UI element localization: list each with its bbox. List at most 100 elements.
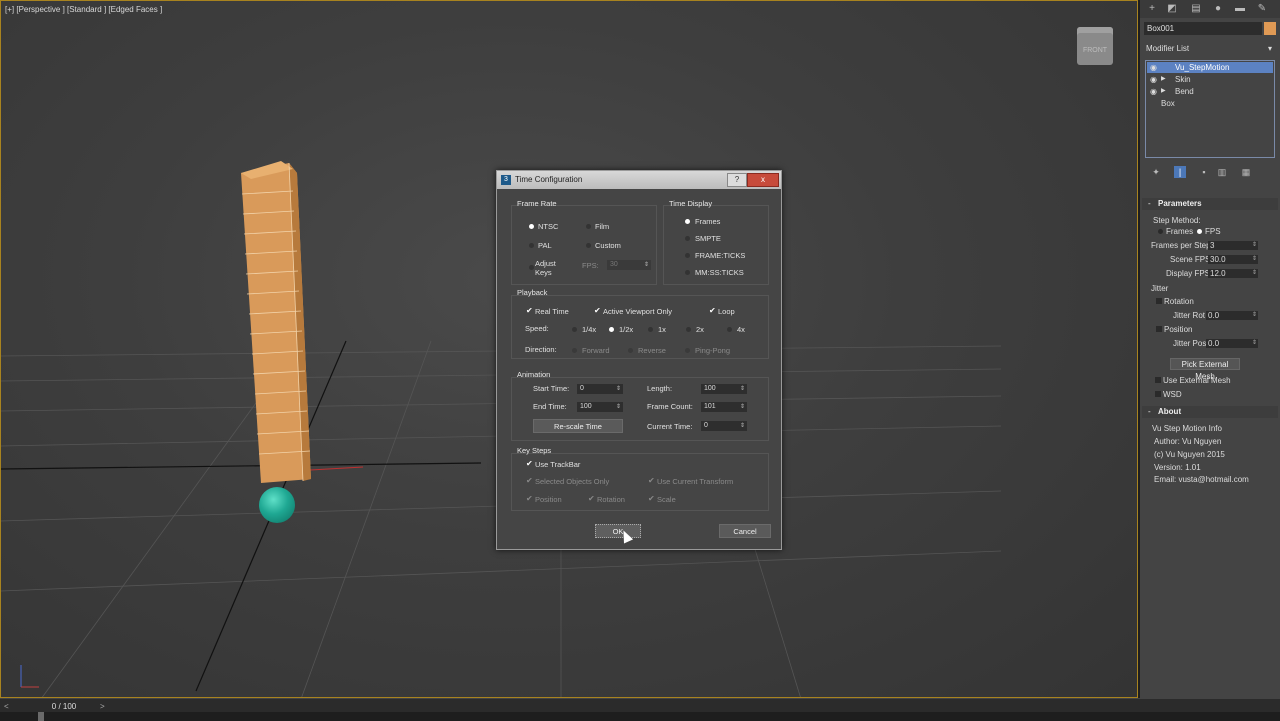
spinner-icon[interactable]: ⇕ <box>740 402 745 412</box>
spinner-icon[interactable]: ⇕ <box>1252 339 1257 348</box>
pin-stack-icon[interactable]: ✦ <box>1150 166 1162 178</box>
hierarchy-tab-icon[interactable]: ▤ <box>1190 3 1202 15</box>
modifier-list-dropdown[interactable]: Modifier List ▾ <box>1144 42 1276 56</box>
previous-frame-button[interactable]: < <box>4 702 9 711</box>
adjust-keys-checkbox[interactable] <box>529 265 534 270</box>
speed-2x-radio[interactable] <box>686 327 691 332</box>
about-rollout-header[interactable]: - About <box>1142 406 1278 418</box>
ntsc-radio[interactable] <box>529 224 534 229</box>
stack-item-bend[interactable]: ◉ ▶ Bend <box>1147 86 1273 97</box>
jitter-pos-input[interactable]: 0.0 ⇕ <box>1206 339 1258 348</box>
scene-fps-input[interactable]: 30.0 ⇕ <box>1208 255 1258 264</box>
display-tab-icon[interactable]: ▬ <box>1234 3 1246 15</box>
step-frames-radio[interactable] <box>1158 229 1163 234</box>
axis-tripod-icon <box>20 665 39 688</box>
rotation-key-checkbox[interactable]: ✔ <box>588 494 595 503</box>
spinner-icon[interactable]: ⇕ <box>616 384 621 394</box>
pal-radio[interactable] <box>529 243 534 248</box>
frame-count-input[interactable]: 101 ⇕ <box>701 402 747 412</box>
forward-radio[interactable] <box>572 348 577 353</box>
remove-modifier-icon[interactable]: ▥ <box>1216 166 1228 178</box>
configure-sets-icon[interactable]: ▦ <box>1240 166 1252 178</box>
speed-half-radio[interactable] <box>609 327 614 332</box>
current-time-input[interactable]: 0 ⇕ <box>701 421 747 431</box>
object-color-swatch[interactable] <box>1264 22 1276 35</box>
playback-title: Playback <box>517 288 548 297</box>
make-unique-icon[interactable]: ▪ <box>1198 166 1210 178</box>
pick-external-mesh-button[interactable]: Pick External Mesh <box>1170 358 1240 381</box>
sphere-object[interactable] <box>259 487 295 523</box>
object-name-field[interactable]: Box001 <box>1144 22 1262 35</box>
eye-icon[interactable]: ◉ <box>1150 86 1157 97</box>
expand-triangle-icon[interactable]: ▶ <box>1161 74 1166 85</box>
spinner-icon[interactable]: ⇕ <box>644 260 649 270</box>
use-current-transform-checkbox[interactable]: ✔ <box>648 476 655 485</box>
parameters-rollout-header[interactable]: - Parameters <box>1142 198 1278 210</box>
next-frame-button[interactable]: > <box>100 702 105 711</box>
use-trackbar-checkbox[interactable]: ✔ <box>526 459 533 468</box>
wsd-checkbox[interactable] <box>1155 391 1161 397</box>
frame-ticks-label: FRAME:TICKS <box>695 251 746 260</box>
spinner-icon[interactable]: ⇕ <box>1252 269 1257 278</box>
close-button[interactable]: x <box>747 173 779 187</box>
custom-radio[interactable] <box>586 243 591 248</box>
eye-icon[interactable]: ◉ <box>1150 74 1157 85</box>
stack-item-box[interactable]: Box <box>1147 98 1273 109</box>
speed-2x-label: 2x <box>696 325 704 334</box>
eye-icon[interactable]: ◉ <box>1150 62 1157 73</box>
view-cube[interactable]: FRONT <box>1077 27 1113 65</box>
frames-per-step-label: Frames per Step <box>1151 241 1211 250</box>
frames-radio[interactable] <box>685 219 690 224</box>
speed-1x-radio[interactable] <box>648 327 653 332</box>
stack-item-vu-stepmotion[interactable]: ◉ Vu_StepMotion <box>1147 62 1273 73</box>
frames-per-step-input[interactable]: 3 ⇕ <box>1208 241 1258 250</box>
step-fps-radio[interactable] <box>1197 229 1202 234</box>
film-radio[interactable] <box>586 224 591 229</box>
rescale-time-button[interactable]: Re-scale Time <box>533 419 623 433</box>
expand-triangle-icon[interactable]: ▶ <box>1161 86 1166 97</box>
current-time-value: 0 <box>704 422 708 429</box>
stack-item-skin[interactable]: ◉ ▶ Skin <box>1147 74 1273 85</box>
about-line: Vu Step Motion Info <box>1152 424 1222 433</box>
end-time-input[interactable]: 100 ⇕ <box>577 402 623 412</box>
reverse-radio[interactable] <box>628 348 633 353</box>
smpte-radio[interactable] <box>685 236 690 241</box>
adjust-keys-label-1: Adjust <box>535 259 556 268</box>
modify-tab-icon[interactable]: ◩ <box>1166 3 1178 15</box>
utilities-tab-icon[interactable]: ✎ <box>1256 3 1268 15</box>
time-slider-frame[interactable]: 0 / 100 <box>32 702 96 711</box>
spinner-icon[interactable]: ⇕ <box>740 421 745 431</box>
ok-button[interactable]: OK <box>595 524 641 538</box>
spinner-icon[interactable]: ⇕ <box>1252 241 1257 250</box>
speed-4x-radio[interactable] <box>727 327 732 332</box>
use-external-mesh-checkbox[interactable] <box>1155 377 1161 383</box>
ping-pong-radio[interactable] <box>685 348 690 353</box>
dialog-titlebar[interactable]: 3 Time Configuration ? x <box>497 171 781 189</box>
position-checkbox[interactable] <box>1156 326 1162 332</box>
loop-checkbox[interactable]: ✔ <box>709 306 716 315</box>
spinner-icon[interactable]: ⇕ <box>740 384 745 394</box>
active-viewport-checkbox[interactable]: ✔ <box>594 306 601 315</box>
frame-ticks-radio[interactable] <box>685 253 690 258</box>
jitter-rot-input[interactable]: 0.0 ⇕ <box>1206 311 1258 320</box>
box-tower[interactable] <box>241 161 321 491</box>
speed-quarter-radio[interactable] <box>572 327 577 332</box>
spinner-icon[interactable]: ⇕ <box>1252 255 1257 264</box>
motion-tab-icon[interactable]: ● <box>1212 3 1224 15</box>
scale-key-checkbox[interactable]: ✔ <box>648 494 655 503</box>
length-input[interactable]: 100 ⇕ <box>701 384 747 394</box>
rotation-checkbox[interactable] <box>1156 298 1162 304</box>
spinner-icon[interactable]: ⇕ <box>616 402 621 412</box>
selected-only-checkbox[interactable]: ✔ <box>526 476 533 485</box>
fps-input[interactable]: 30 ⇕ <box>607 260 651 270</box>
show-end-result-icon[interactable]: | <box>1174 166 1186 178</box>
mm-ss-ticks-radio[interactable] <box>685 270 690 275</box>
create-tab-icon[interactable]: + <box>1146 3 1158 15</box>
cancel-button[interactable]: Cancel <box>719 524 771 538</box>
spinner-icon[interactable]: ⇕ <box>1252 311 1257 320</box>
start-time-input[interactable]: 0 ⇕ <box>577 384 623 394</box>
position-key-checkbox[interactable]: ✔ <box>526 494 533 503</box>
display-fps-input[interactable]: 12.0 ⇕ <box>1208 269 1258 278</box>
real-time-checkbox[interactable]: ✔ <box>526 306 533 315</box>
help-button[interactable]: ? <box>727 173 747 187</box>
